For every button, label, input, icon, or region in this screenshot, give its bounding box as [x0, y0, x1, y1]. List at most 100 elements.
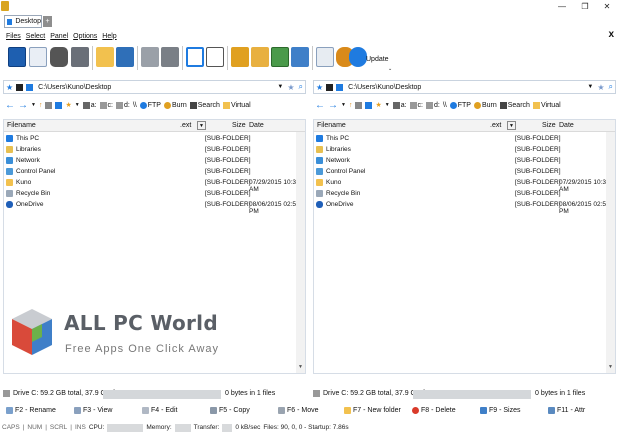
dropdown-small-icon[interactable]: ▼ — [341, 102, 346, 108]
favorite-star-icon[interactable]: ★ — [287, 83, 294, 92]
menu-help[interactable]: Help — [102, 33, 116, 40]
column-size[interactable]: Size — [542, 122, 556, 129]
column-dropdown-icon[interactable]: ▼ — [507, 121, 516, 130]
network-share[interactable]: \\ — [443, 102, 447, 109]
split-icon[interactable] — [186, 47, 204, 67]
drive-d[interactable]: d: — [115, 101, 130, 109]
favorites-icon[interactable]: ★ — [375, 101, 381, 109]
maximize-button[interactable]: ❐ — [575, 1, 595, 13]
list-item[interactable]: Kuno [SUB-FOLDER] 07/29/2015 10:38 AM — [4, 177, 305, 193]
minimize-button[interactable]: — — [552, 1, 572, 13]
close-button[interactable]: ✕ — [597, 1, 617, 13]
up-folder-icon[interactable]: ↑ — [349, 102, 353, 109]
list-item[interactable]: Network [SUB-FOLDER] — [4, 155, 305, 166]
file-list[interactable]: Filename .ext ▼ Size Date This PC [SUB-FO… — [313, 119, 616, 374]
scroll-down-icon[interactable]: ▼ — [606, 364, 615, 373]
star-icon[interactable]: ★ — [6, 83, 13, 92]
back-arrow-icon[interactable]: ← — [315, 100, 325, 111]
dropdown-small-icon[interactable]: ▼ — [75, 102, 80, 108]
computer-icon[interactable] — [116, 47, 134, 67]
path-bar[interactable]: ★ C:\Users\Kuno\Desktop ▼ ★ ⌕ — [313, 80, 616, 94]
info-icon[interactable] — [29, 47, 47, 67]
copy-panel-icon[interactable] — [206, 47, 224, 67]
new-tab-button[interactable]: + — [43, 16, 52, 27]
search-binoculars-icon[interactable] — [50, 47, 68, 67]
list-item[interactable]: Recycle Bin [SUB-FOLDER] — [4, 188, 305, 199]
drive-d[interactable]: d: — [425, 101, 440, 109]
list-item[interactable]: Network [SUB-FOLDER] — [314, 155, 615, 166]
drive-icon[interactable] — [355, 101, 363, 109]
column-size[interactable]: Size — [232, 122, 246, 129]
image-icon[interactable] — [271, 47, 289, 67]
list-item[interactable]: Recycle Bin [SUB-FOLDER] — [314, 188, 615, 199]
menu-select[interactable]: Select — [26, 33, 45, 40]
list-item[interactable]: Control Panel [SUB-FOLDER] — [314, 166, 615, 177]
cmd-icon[interactable] — [8, 47, 26, 67]
cmd-mini-icon[interactable] — [326, 83, 334, 91]
search-icon[interactable]: ⌕ — [609, 82, 613, 92]
unlock-icon[interactable] — [251, 47, 269, 67]
virtual-drive[interactable]: Virtual — [532, 101, 561, 109]
list-item[interactable]: Libraries [SUB-FOLDER] — [314, 144, 615, 155]
menu-options[interactable]: Options — [73, 33, 97, 40]
folder-network-icon[interactable] — [96, 47, 114, 67]
column-date[interactable]: Date — [559, 122, 574, 129]
column-filename[interactable]: Filename — [7, 122, 36, 129]
list-item[interactable]: OneDrive [SUB-FOLDER] 08/06/2015 02:56 PM — [4, 199, 305, 215]
f9-sizes-button[interactable]: F9 - Sizes — [480, 407, 521, 414]
connect-icon[interactable] — [161, 47, 179, 67]
drive-a[interactable]: a: — [82, 101, 97, 109]
virtual-drive[interactable]: Virtual — [222, 101, 251, 109]
drive-a[interactable]: a: — [392, 101, 407, 109]
drive-c[interactable]: c: — [99, 101, 113, 109]
f3-view-button[interactable]: F3 - View — [74, 407, 112, 414]
column-ext[interactable]: .ext — [490, 122, 501, 129]
update-button[interactable]: Update — [366, 56, 389, 63]
sync-icon[interactable] — [71, 47, 89, 67]
f4-edit-button[interactable]: F4 - Edit — [142, 407, 177, 414]
drive-icon[interactable] — [45, 101, 53, 109]
network-share[interactable]: \\ — [133, 102, 137, 109]
list-item[interactable]: OneDrive [SUB-FOLDER] 08/06/2015 02:56 PM — [314, 199, 615, 215]
lock-icon[interactable] — [231, 47, 249, 67]
list-item[interactable]: This PC [SUB-FOLDER] — [314, 133, 615, 144]
column-ext[interactable]: .ext — [180, 122, 191, 129]
list-item[interactable]: Control Panel [SUB-FOLDER] — [4, 166, 305, 177]
dropdown-small-icon[interactable]: ▼ — [385, 102, 390, 108]
column-filename[interactable]: Filename — [317, 122, 346, 129]
search-drive[interactable]: Search — [499, 101, 530, 109]
list-item[interactable]: Kuno [SUB-FOLDER] 07/29/2015 10:38 AM — [314, 177, 615, 193]
ftp-icon[interactable] — [141, 47, 159, 67]
path-text[interactable]: C:\Users\Kuno\Desktop — [348, 84, 421, 91]
scroll-down-icon[interactable]: ▼ — [296, 364, 305, 373]
slideshow-icon[interactable] — [291, 47, 309, 67]
f7-new-folder-button[interactable]: F7 - New folder — [344, 407, 401, 414]
cmd-mini-icon[interactable] — [16, 83, 24, 91]
globe-icon[interactable] — [349, 47, 367, 67]
f5-copy-button[interactable]: F5 - Copy — [210, 407, 250, 414]
menu-close-button[interactable]: x — [608, 29, 614, 40]
notepad-icon[interactable] — [316, 47, 334, 67]
column-dropdown-icon[interactable]: ▼ — [197, 121, 206, 130]
ftp-drive[interactable]: FTP — [449, 101, 471, 109]
column-date[interactable]: Date — [249, 122, 264, 129]
search-drive[interactable]: Search — [189, 101, 220, 109]
list-item[interactable]: This PC [SUB-FOLDER] — [4, 133, 305, 144]
toolbar-more-icon[interactable]: ⌄ — [388, 66, 392, 72]
f2-rename-button[interactable]: F2 - Rename — [6, 407, 56, 414]
burn-drive[interactable]: Burn — [473, 101, 497, 109]
path-bar[interactable]: ★ C:\Users\Kuno\Desktop ▼ ★ ⌕ — [3, 80, 306, 94]
favorite-star-icon[interactable]: ★ — [597, 83, 604, 92]
menu-files[interactable]: Files — [6, 33, 21, 40]
drive-c[interactable]: c: — [409, 101, 423, 109]
favorites-icon[interactable]: ★ — [65, 101, 71, 109]
up-folder-icon[interactable]: ↑ — [39, 102, 43, 109]
f6-move-button[interactable]: F6 - Move — [278, 407, 319, 414]
vertical-scrollbar[interactable]: ▼ — [296, 132, 305, 373]
path-text[interactable]: C:\Users\Kuno\Desktop — [38, 84, 111, 91]
dropdown-small-icon[interactable]: ▼ — [31, 102, 36, 108]
vertical-scrollbar[interactable]: ▼ — [606, 132, 615, 373]
root-icon[interactable] — [365, 101, 373, 109]
forward-arrow-icon[interactable]: → — [18, 100, 28, 111]
root-icon[interactable] — [55, 101, 63, 109]
